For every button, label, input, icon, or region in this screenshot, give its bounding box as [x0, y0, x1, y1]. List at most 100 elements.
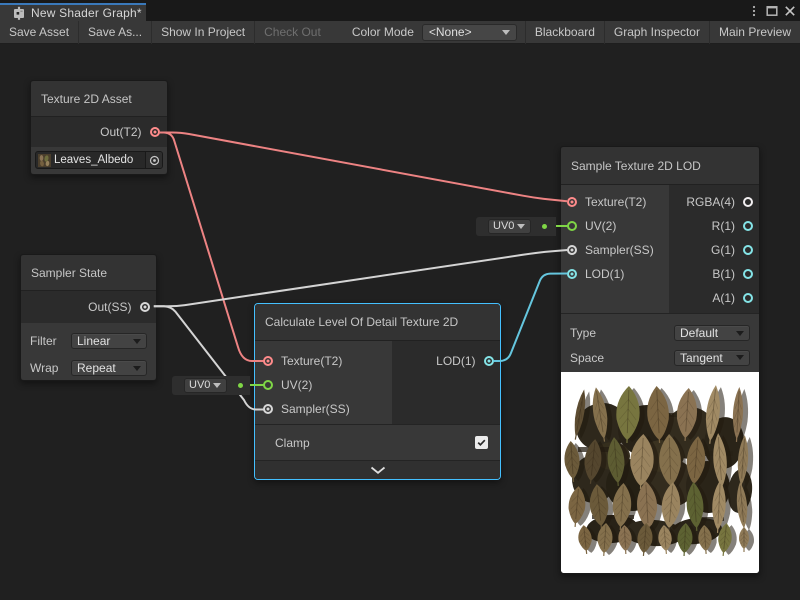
save-as-button[interactable]: Save As... — [79, 21, 151, 43]
close-icon[interactable] — [782, 3, 798, 19]
control-row: Filter Linear — [30, 333, 147, 349]
port-label: A(1) — [712, 291, 735, 305]
ports-area: Texture(T2) UV(2) Sampler(SS) LOD(1) — [255, 341, 500, 424]
control-row: Space Tangent — [570, 350, 750, 366]
port-connector-icon — [537, 219, 551, 234]
uv-channel-dropdown[interactable]: UV0 — [184, 378, 227, 393]
port-r-out-icon[interactable] — [743, 221, 753, 231]
port-label: R(1) — [712, 219, 735, 233]
texture-object-name: Leaves_Albedo — [54, 154, 145, 166]
node-controls-section: Filter Linear Wrap Repeat — [21, 323, 156, 380]
edge-sampler-to-sample[interactable] — [154, 250, 568, 306]
type-dropdown[interactable]: Default — [674, 325, 750, 341]
edge-texture-to-sample[interactable] — [160, 133, 568, 202]
clamp-checkbox[interactable] — [475, 436, 488, 449]
port-uv-in-icon[interactable] — [567, 221, 577, 231]
port-lod-in-icon[interactable] — [567, 269, 577, 279]
port-texture-in-icon[interactable] — [567, 197, 577, 207]
clamp-label: Clamp — [275, 436, 475, 450]
node-title-bar[interactable]: Calculate Level Of Detail Texture 2D — [255, 304, 500, 341]
port-sampler-in-icon[interactable] — [567, 245, 577, 255]
show-in-project-button[interactable]: Show In Project — [152, 21, 254, 43]
edge-texture-to-calculate[interactable] — [159, 133, 264, 362]
maximize-icon[interactable] — [764, 3, 780, 19]
port-rgba-out-icon[interactable] — [743, 197, 753, 207]
port-b-out-icon[interactable] — [743, 269, 753, 279]
uv-channel-value: UV0 — [493, 220, 514, 232]
port-sampler-in-icon[interactable] — [263, 404, 273, 414]
port-out-t2-icon[interactable] — [150, 127, 160, 137]
ports-area: Texture(T2) UV(2) Sampler(SS) LOD(1) RGB… — [561, 185, 759, 313]
port-out-ss-icon[interactable] — [140, 302, 150, 312]
node-controls-section: Type Default Space Tangent — [561, 313, 759, 374]
check-out-button: Check Out — [255, 21, 330, 43]
texture-object-field[interactable]: Leaves_Albedo — [35, 151, 163, 169]
node-sample-texture-2d-lod[interactable]: Sample Texture 2D LOD Texture(T2) UV(2) … — [560, 146, 760, 574]
collapse-preview-button[interactable] — [255, 460, 500, 479]
chevron-down-icon — [133, 339, 141, 344]
color-mode-dropdown[interactable]: <None> — [422, 24, 517, 41]
port-row: Texture(T2) — [255, 349, 392, 373]
uv-channel-dropdown[interactable]: UV0 — [488, 219, 531, 234]
node-title-bar[interactable]: Sampler State — [21, 255, 156, 291]
port-texture-in-icon[interactable] — [263, 356, 273, 366]
port-label: Out(T2) — [100, 125, 141, 139]
edge-lod-to-sample[interactable] — [493, 274, 567, 362]
save-asset-button[interactable]: Save Asset — [0, 21, 78, 43]
toolbar: Save Asset Save As... Show In Project Ch… — [0, 21, 800, 44]
port-row: Out(T2) — [31, 117, 167, 147]
tab-new-shader-graph[interactable]: New Shader Graph* — [0, 3, 146, 21]
graph-canvas[interactable]: Texture 2D Asset Out(T2) Leaves_Albedo — [0, 44, 800, 600]
tab-title: New Shader Graph* — [31, 6, 142, 20]
port-row: UV(2) — [561, 214, 669, 238]
node-preview-image — [561, 372, 759, 573]
port-connector-icon — [233, 378, 247, 393]
object-picker-icon[interactable] — [145, 152, 162, 168]
node-title-bar[interactable]: Sample Texture 2D LOD — [561, 147, 759, 185]
graph-inspector-toggle-button[interactable]: Graph Inspector — [605, 21, 709, 43]
node-calculate-lod[interactable]: Calculate Level Of Detail Texture 2D Tex… — [254, 303, 501, 480]
port-label: Texture(T2) — [585, 195, 646, 209]
port-label: Sampler(SS) — [281, 402, 350, 416]
port-label: Texture(T2) — [281, 354, 342, 368]
port-row: LOD(1) — [561, 262, 669, 286]
space-dropdown[interactable]: Tangent — [674, 350, 750, 366]
port-row: Out(SS) — [21, 291, 156, 323]
port-row: UV(2) — [255, 373, 392, 397]
node-texture-2d-asset[interactable]: Texture 2D Asset Out(T2) Leaves_Albedo — [30, 80, 168, 175]
kebab-menu-icon[interactable] — [746, 3, 762, 19]
window-controls — [746, 0, 800, 21]
main-preview-toggle-button[interactable]: Main Preview — [710, 21, 800, 43]
output-ports-column: LOD(1) — [392, 341, 500, 424]
preview-leaves-svg — [561, 372, 759, 573]
color-mode-value: <None> — [429, 25, 496, 39]
node-title: Calculate Level Of Detail Texture 2D — [265, 315, 458, 329]
chevron-down-icon — [213, 383, 221, 388]
port-row: Texture(T2) — [561, 190, 669, 214]
chevron-down-icon — [736, 331, 744, 336]
port-a-out-icon[interactable] — [743, 293, 753, 303]
type-label: Type — [570, 326, 674, 340]
output-ports-column: RGBA(4) R(1) G(1) B(1) A(1) — [669, 185, 759, 313]
space-value: Tangent — [680, 351, 730, 365]
port-uv-in-icon[interactable] — [263, 380, 273, 390]
port-label: Out(SS) — [88, 300, 131, 314]
space-label: Space — [570, 351, 674, 365]
node-title-bar[interactable]: Texture 2D Asset — [31, 81, 167, 117]
port-row: LOD(1) — [392, 349, 500, 373]
uv-port-value-chip: UV0 — [172, 376, 250, 395]
shader-graph-icon — [12, 6, 26, 20]
blackboard-toggle-button[interactable]: Blackboard — [526, 21, 604, 43]
input-ports-column: Texture(T2) UV(2) Sampler(SS) — [255, 341, 392, 424]
port-lod-out-icon[interactable] — [484, 356, 494, 366]
filter-label: Filter — [30, 334, 71, 348]
wrap-label: Wrap — [30, 361, 71, 375]
node-sampler-state[interactable]: Sampler State Out(SS) Filter Linear Wrap… — [20, 254, 157, 381]
port-row: G(1) — [669, 238, 759, 262]
wrap-dropdown[interactable]: Repeat — [71, 360, 147, 376]
filter-dropdown[interactable]: Linear — [71, 333, 147, 349]
port-g-out-icon[interactable] — [743, 245, 753, 255]
port-row: B(1) — [669, 262, 759, 286]
port-label: UV(2) — [281, 378, 312, 392]
texture-thumbnail-icon — [38, 154, 51, 167]
